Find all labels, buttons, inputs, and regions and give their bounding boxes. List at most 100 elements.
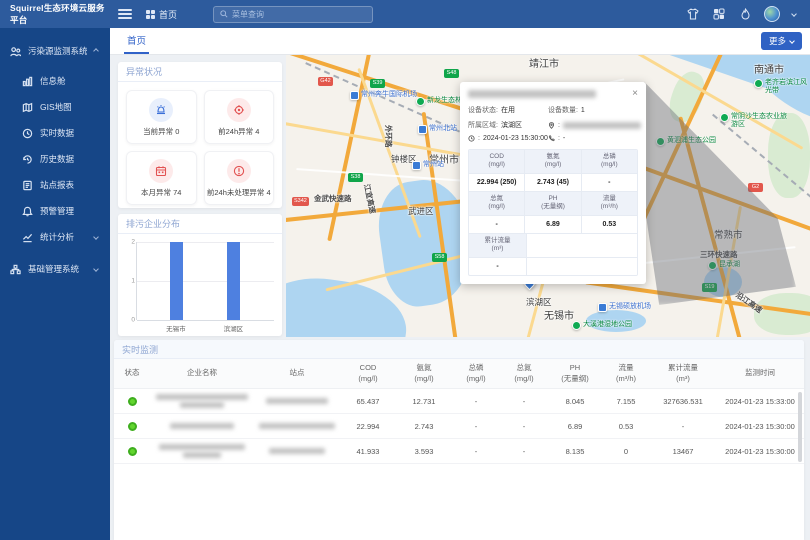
enterprise-distribution-panel: 排污企业分布 2 1 0 无锡市 滨湖区: [118, 214, 282, 336]
clock-icon: [468, 135, 475, 142]
menu-search[interactable]: [213, 6, 373, 23]
app-logo: Squirrel生态环境云服务平台: [0, 2, 110, 26]
stat-value: 4: [255, 127, 259, 136]
abnormal-status-title: 异常状况: [118, 62, 282, 82]
ph-value: 8.045: [548, 397, 602, 406]
target-icon: [227, 98, 251, 122]
warning-icon: [227, 159, 251, 183]
header-home-label: 首页: [159, 8, 177, 21]
sidebar-item-info-cabin[interactable]: 信息舱: [0, 68, 110, 94]
tab-bar: 首页 更多: [110, 28, 810, 55]
poi-label: 常州北站: [429, 125, 457, 133]
device-status-value: 在用: [501, 105, 515, 115]
transport-poi-icon: [350, 91, 359, 100]
stat-label: 前24h异常: [218, 127, 253, 136]
stat-card-24h-unhandled[interactable]: 前24h未处理异常 4: [204, 151, 275, 205]
poi-eco-agritourism[interactable]: 常阴沙生态农业旅游区: [720, 113, 793, 129]
poi-station[interactable]: 常州站: [412, 161, 444, 170]
stat-card-current-abnormal[interactable]: 当前异常 0: [126, 90, 197, 144]
metric-unit: (m³/h): [584, 203, 635, 211]
sidebar-item-alert-management[interactable]: 预警管理: [0, 198, 110, 224]
poi-eco-forest[interactable]: 新龙生态林: [416, 97, 462, 106]
col-status: 状态: [114, 368, 150, 378]
tp-value: -: [452, 422, 500, 431]
user-avatar[interactable]: [764, 6, 780, 22]
total-flow-value: 13467: [650, 447, 716, 456]
metric-value: -: [469, 258, 527, 275]
theme-shirt-icon[interactable]: [686, 7, 700, 21]
more-button[interactable]: 更多: [761, 32, 802, 50]
table-scrollbar[interactable]: [798, 392, 802, 462]
stat-card-24h-abnormal[interactable]: 前24h异常 4: [204, 90, 275, 144]
sidebar-group-pollution-monitor[interactable]: 污染源监测系统: [0, 38, 110, 64]
report-icon: [22, 180, 33, 191]
sidebar: 污染源监测系统 信息舱 GIS地图 实时数据 历史数据 站点报表 预警管理: [0, 28, 110, 540]
sidebar-item-realtime-data[interactable]: 实时数据: [0, 120, 110, 146]
y-axis-tick: 2: [125, 239, 135, 246]
map-road-label: 外环路: [383, 125, 394, 148]
sidebar-item-label: 预警管理: [40, 205, 100, 217]
chart-title: 排污企业分布: [118, 214, 282, 234]
map-icon: [22, 102, 33, 113]
header-home-nav[interactable]: 首页: [146, 8, 177, 21]
realtime-monitor-panel: 实时监测 状态 企业名称 站点 COD(mg/l) 氨氮(mg/l) 总磷(mg…: [114, 340, 804, 540]
sidebar-item-label: 统计分析: [40, 231, 87, 243]
station-name-redacted: [254, 398, 340, 404]
poi-label: 大溪港湿地公园: [583, 321, 632, 329]
tab-home[interactable]: 首页: [124, 28, 149, 54]
enterprise-name-redacted: [150, 444, 254, 458]
map-district-label: 滨湖区: [526, 296, 552, 308]
gis-map[interactable]: G42 S39 S48 S38 S58 S19 G2 S342 靖江市 南通市 …: [286, 55, 810, 337]
settings-system-icon: [10, 264, 21, 275]
sidebar-item-history-data[interactable]: 历史数据: [0, 146, 110, 172]
metric-value: -: [582, 174, 637, 192]
poi-station-north[interactable]: 常州北站: [418, 125, 457, 134]
station-name-redacted: [468, 90, 596, 98]
sidebar-item-statistics[interactable]: 统计分析: [0, 224, 110, 250]
tn-value: -: [500, 422, 548, 431]
flame-icon[interactable]: [738, 7, 752, 21]
poi-label: 常州奔牛国际机场: [361, 91, 417, 99]
poi-riverside-scenic[interactable]: 老齐岩滨江风光带: [754, 79, 810, 95]
table-row[interactable]: 65.437 12.731 - - 8.045 7.155 327636.531…: [114, 389, 804, 414]
total-flow-value: 327636.531: [650, 397, 716, 406]
search-input[interactable]: [232, 10, 366, 19]
metric-unit: (无量纲): [527, 203, 578, 211]
stat-value: 4: [266, 188, 270, 197]
sidebar-item-gis-map[interactable]: GIS地图: [0, 94, 110, 120]
calendar-icon: [149, 159, 173, 183]
table-row[interactable]: 22.994 2.743 - - 6.89 0.53 - 2024-01-23 …: [114, 414, 804, 439]
total-flow-value: -: [650, 422, 716, 431]
map-city-label: 无锡市: [544, 307, 574, 322]
poi-airport-shuofang[interactable]: 无锡硕放机场: [598, 303, 651, 312]
station-popup: × 设备状态: 在用 设备数量: 1 所属区域: 滨湖区 : : 2024-01…: [460, 82, 646, 284]
sidebar-group-base-management[interactable]: 基础管理系统: [0, 256, 110, 282]
road-shield: S39: [370, 79, 385, 88]
hamburger-menu-icon[interactable]: [118, 9, 132, 19]
ph-value: 6.89: [548, 422, 602, 431]
poi-label: 新龙生态林: [427, 97, 462, 105]
sidebar-group-label: 污染源监测系统: [28, 45, 87, 57]
more-button-label: 更多: [769, 35, 786, 47]
status-dot-green: [128, 397, 137, 406]
address-redacted: [563, 122, 641, 129]
nature-poi-icon: [416, 97, 425, 106]
phone-icon: [548, 135, 555, 142]
bar-binhu: [227, 242, 240, 320]
siren-icon: [149, 98, 173, 122]
popup-close-icon[interactable]: ×: [632, 89, 638, 99]
sidebar-item-station-report[interactable]: 站点报表: [0, 172, 110, 198]
poi-airport[interactable]: 常州奔牛国际机场: [350, 91, 417, 100]
table-row[interactable]: 41.933 3.593 - - 8.135 0 13467 2024-01-2…: [114, 439, 804, 464]
status-dot-green: [128, 447, 137, 456]
user-menu-chevron-icon[interactable]: [791, 11, 797, 17]
device-status-label: 设备状态:: [468, 105, 498, 115]
stat-card-month-abnormal[interactable]: 本月异常 74: [126, 151, 197, 205]
metric-unit: (mg/l): [527, 161, 578, 169]
poi-label: 常阴沙生态农业旅游区: [731, 113, 793, 129]
dashboard-bars-icon: [22, 76, 33, 87]
layout-panels-icon[interactable]: [712, 7, 726, 21]
region-value: 滨湖区: [501, 120, 522, 130]
poi-wetland-park[interactable]: 大溪港湿地公园: [572, 321, 632, 330]
road-shield: G42: [318, 77, 333, 86]
